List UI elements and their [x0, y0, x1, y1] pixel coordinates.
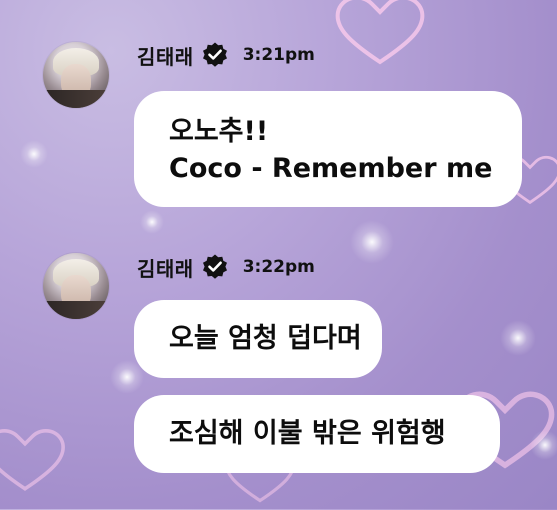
sparkle-decoration [20, 140, 48, 168]
message-header: 김태래 3:21pm [137, 40, 315, 70]
message-text: 오늘 엄청 덥다며 [169, 323, 362, 354]
verified-badge-icon [202, 254, 227, 279]
sparkle-decoration [500, 320, 536, 356]
background-heart-decoration [0, 429, 65, 491]
message-timestamp: 3:22pm [242, 257, 315, 277]
message-bubble[interactable]: 오노추!! Coco - Remember me [134, 91, 522, 207]
message-timestamp: 3:21pm [242, 45, 315, 65]
message-bubble[interactable]: 오늘 엄청 덥다며 [134, 300, 382, 378]
message-bubble[interactable]: 조심해 이불 밖은 위험행 [134, 395, 500, 473]
message-text: 조심해 이불 밖은 위험행 [169, 418, 446, 449]
sparkle-decoration [350, 220, 394, 264]
sparkle-decoration [140, 210, 164, 234]
message-text: Coco - Remember me [169, 153, 493, 184]
sender-name[interactable]: 김태래 [137, 253, 194, 282]
sender-name[interactable]: 김태래 [137, 41, 194, 70]
message-header: 김태래 3:22pm [137, 252, 315, 282]
background-heart-decoration [335, 0, 425, 65]
message-text: 오노추!! [169, 116, 269, 147]
verified-badge-icon [202, 42, 227, 67]
sparkle-decoration [530, 430, 557, 460]
avatar-clothing [43, 301, 109, 319]
avatar-clothing [43, 90, 109, 108]
profile-avatar[interactable] [43, 253, 109, 319]
profile-avatar[interactable] [43, 42, 109, 108]
